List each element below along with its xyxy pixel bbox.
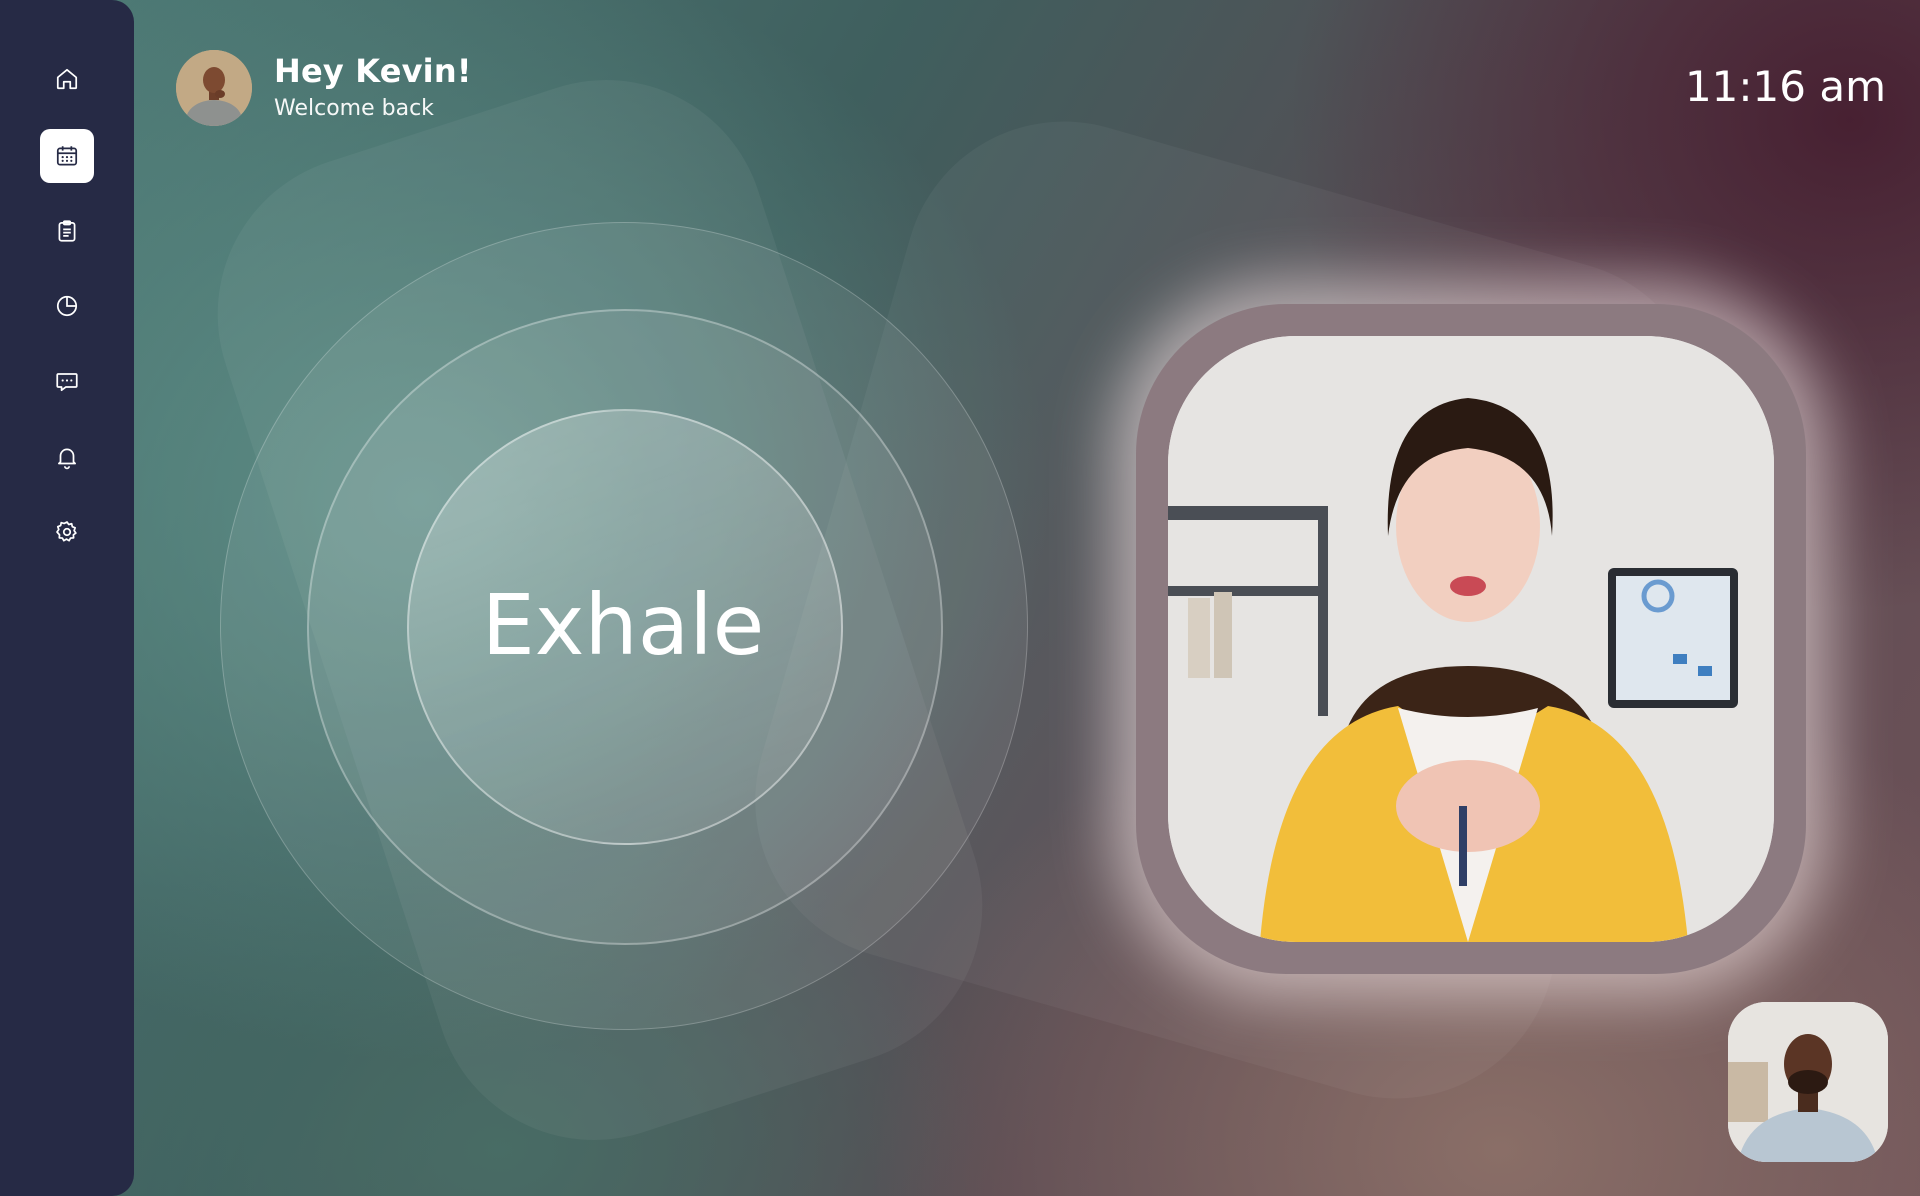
avatar-image — [176, 50, 252, 126]
greeting-subtitle: Welcome back — [274, 96, 434, 121]
home-icon — [56, 68, 78, 90]
calendar-icon — [56, 146, 78, 166]
user-avatar[interactable] — [176, 50, 252, 126]
clock: 11:16 am — [1684, 62, 1886, 111]
sidebar-item-messages[interactable] — [40, 354, 94, 408]
participant-video-image — [1168, 336, 1774, 942]
sidebar-item-notifications[interactable] — [40, 430, 94, 484]
sidebar-item-analytics[interactable] — [40, 279, 94, 333]
self-video-image — [1728, 1002, 1888, 1162]
main-video-feed[interactable] — [1168, 336, 1774, 942]
sidebar-item-settings[interactable] — [40, 505, 94, 559]
sidebar-item-home[interactable] — [40, 52, 94, 106]
bell-icon — [58, 448, 76, 470]
sidebar-item-calendar[interactable] — [40, 129, 94, 183]
gear-icon — [56, 521, 77, 542]
clipboard-icon — [58, 220, 76, 242]
greeting: Hey Kevin! Welcome back — [274, 52, 472, 121]
chat-icon — [56, 373, 78, 392]
breathing-instruction: Exhale — [481, 576, 765, 674]
pie-chart-icon — [56, 295, 78, 317]
greeting-title: Hey Kevin! — [274, 52, 472, 90]
sidebar — [0, 0, 134, 1196]
self-video-preview[interactable] — [1728, 1002, 1888, 1162]
sidebar-item-tasks[interactable] — [40, 204, 94, 258]
